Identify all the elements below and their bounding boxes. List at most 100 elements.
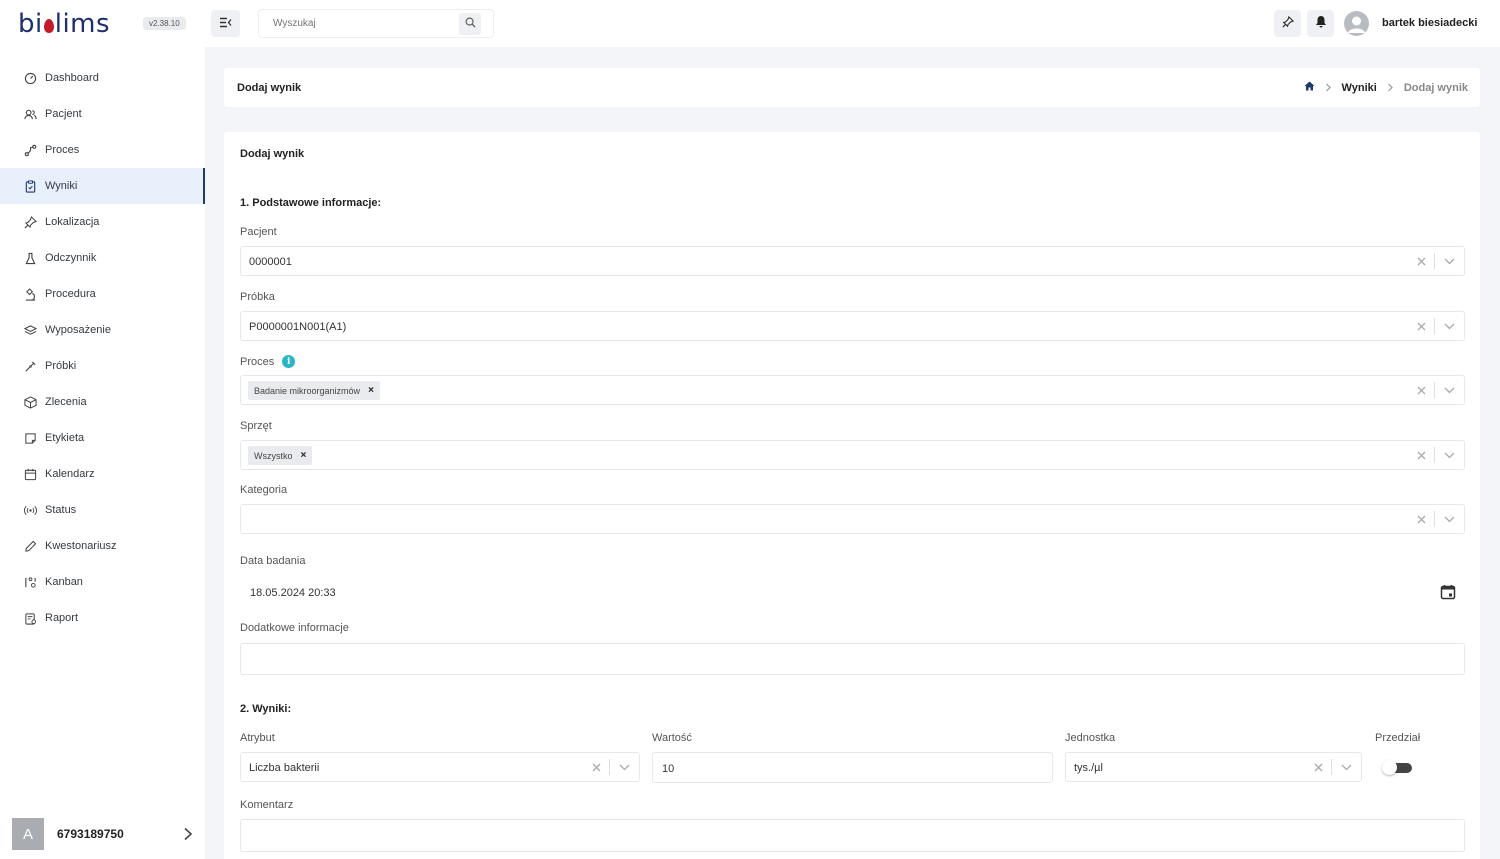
sidebar-item-wyniki[interactable]: Wyniki: [0, 168, 205, 204]
sidebar-item-kanban[interactable]: Kanban: [0, 564, 205, 600]
account-switcher[interactable]: A 6793189750: [12, 818, 194, 850]
komentarz-field[interactable]: [240, 819, 1465, 852]
chip-remove-icon[interactable]: ×: [368, 385, 374, 396]
page-header: Dodaj wynik Wyniki Dodaj wynik: [224, 68, 1480, 107]
sidebar: bi lims v2.38.10 Dashboard Pacjent Proces…: [0, 0, 205, 859]
result-form: Dodaj wynik 1. Podstawowe informacje: Pa…: [224, 132, 1480, 859]
jednostka-select[interactable]: tys./µl: [1065, 752, 1362, 782]
jednostka-value: tys./µl: [1074, 762, 1103, 774]
sidebar-item-kalendarz[interactable]: Kalendarz: [0, 456, 205, 492]
section-basic-info: 1. Podstawowe informacje:: [240, 197, 382, 209]
search-icon: [465, 15, 476, 33]
chevron-down-icon[interactable]: [1443, 449, 1456, 462]
proces-select[interactable]: Badanie mikroorganizmów ×: [240, 375, 1465, 405]
sprzet-select[interactable]: Wszystko ×: [240, 440, 1465, 470]
chevron-down-icon[interactable]: [1443, 320, 1456, 333]
clear-icon[interactable]: [1415, 320, 1427, 332]
layers-icon: [23, 323, 37, 337]
chevron-down-icon[interactable]: [1443, 255, 1456, 268]
search-box: [258, 9, 494, 38]
chevron-right-icon[interactable]: [182, 827, 194, 841]
user-avatar[interactable]: [1344, 11, 1369, 36]
pin-icon: [23, 215, 37, 229]
chevron-down-icon[interactable]: [1443, 513, 1456, 526]
chevron-down-icon[interactable]: [618, 761, 631, 774]
sidebar-item-proces[interactable]: Proces: [0, 132, 205, 168]
sidebar-item-pacjent[interactable]: Pacjent: [0, 96, 205, 132]
sidebar-item-label: Kalendarz: [45, 468, 95, 480]
sprzet-label: Sprzęt: [240, 420, 272, 432]
section-results: 2. Wyniki:: [240, 703, 292, 715]
atrybut-value: Liczba bakterii: [249, 762, 320, 774]
sidebar-item-label: Procedura: [45, 288, 96, 300]
sidebar-item-kwestonariusz[interactable]: Kwestonariusz: [0, 528, 205, 564]
form-title: Dodaj wynik: [240, 148, 305, 160]
sidebar-item-label: Kwestonariusz: [45, 540, 117, 552]
sidebar-item-label: Wyposażenie: [45, 324, 111, 336]
microscope-icon: [23, 287, 37, 301]
sidebar-item-status[interactable]: Status: [0, 492, 205, 528]
account-avatar: A: [12, 818, 44, 850]
app-logo[interactable]: bi lims: [18, 4, 110, 44]
version-badge: v2.38.10: [143, 17, 186, 30]
pen-icon: [23, 539, 37, 553]
kategoria-select[interactable]: [240, 504, 1465, 534]
sidebar-item-probki[interactable]: Próbki: [0, 348, 205, 384]
sidebar-item-zlecenia[interactable]: Zlecenia: [0, 384, 205, 420]
home-icon[interactable]: [1304, 81, 1315, 94]
atrybut-select[interactable]: Liczba bakterii: [240, 752, 640, 782]
sidebar-item-label: Lokalizacja: [45, 216, 100, 228]
notifications-button[interactable]: [1307, 10, 1334, 37]
calendar-icon[interactable]: [1439, 583, 1457, 601]
pacjent-select[interactable]: 0000001: [240, 246, 1465, 276]
sidebar-item-lokalizacja[interactable]: Lokalizacja: [0, 204, 205, 240]
search-input[interactable]: [259, 10, 449, 37]
chip-remove-icon[interactable]: ×: [301, 450, 307, 461]
sidebar-item-dashboard[interactable]: Dashboard: [0, 60, 205, 96]
bell-icon: [1315, 15, 1327, 33]
sidebar-item-etykieta[interactable]: Etykieta: [0, 420, 205, 456]
breadcrumb-link-wyniki[interactable]: Wyniki: [1342, 82, 1377, 94]
kanban-icon: [23, 575, 37, 589]
wartosc-label: Wartość: [652, 732, 692, 744]
pipette-icon: [23, 359, 37, 373]
pin-icon: [1281, 15, 1294, 33]
sidebar-item-procedura[interactable]: Procedura: [0, 276, 205, 312]
users-icon: [23, 107, 37, 121]
sidebar-item-raport[interactable]: Raport: [0, 600, 205, 636]
report-icon: [23, 611, 37, 625]
dodatkowe-field[interactable]: [240, 643, 1465, 675]
pin-button[interactable]: [1274, 10, 1301, 37]
broadcast-icon: [23, 503, 37, 517]
sidebar-nav: Dashboard Pacjent Proces Wyniki Lokaliza…: [0, 60, 205, 636]
wartosc-input[interactable]: 10: [652, 752, 1053, 783]
chevron-down-icon[interactable]: [1443, 384, 1456, 397]
wartosc-value: 10: [662, 763, 675, 775]
clear-icon[interactable]: [1415, 384, 1427, 396]
clear-icon[interactable]: [1312, 761, 1324, 773]
clear-icon[interactable]: [1415, 255, 1427, 267]
info-icon[interactable]: i: [282, 355, 296, 368]
data-badania-label: Data badania: [240, 555, 306, 567]
clear-icon[interactable]: [590, 761, 602, 773]
menu-toggle-button[interactable]: [211, 10, 240, 37]
chevron-down-icon[interactable]: [1340, 761, 1353, 774]
przedzial-toggle[interactable]: [1382, 760, 1412, 775]
sidebar-item-odczynnik[interactable]: Odczynnik: [0, 240, 205, 276]
data-badania-field[interactable]: 18.05.2024 20:33: [240, 576, 1465, 607]
przedzial-label: Przedział: [1375, 732, 1421, 744]
dodatkowe-label: Dodatkowe informacje: [240, 622, 349, 634]
sidebar-item-label: Etykieta: [45, 432, 85, 444]
proces-chip: Badanie mikroorganizmów ×: [248, 381, 380, 400]
clear-icon[interactable]: [1415, 449, 1427, 461]
kategoria-label: Kategoria: [240, 484, 288, 496]
clear-icon[interactable]: [1415, 513, 1427, 525]
sidebar-item-wyposazenie[interactable]: Wyposażenie: [0, 312, 205, 348]
sprzet-chip: Wszystko ×: [248, 446, 313, 465]
probka-select[interactable]: P0000001N001(A1): [240, 311, 1465, 341]
komentarz-label: Komentarz: [240, 799, 294, 811]
search-button[interactable]: [459, 13, 481, 35]
sidebar-item-label: Odczynnik: [45, 252, 97, 264]
user-name[interactable]: bartek biesiadecki: [1382, 17, 1477, 29]
sidebar-item-label: Proces: [45, 144, 80, 156]
